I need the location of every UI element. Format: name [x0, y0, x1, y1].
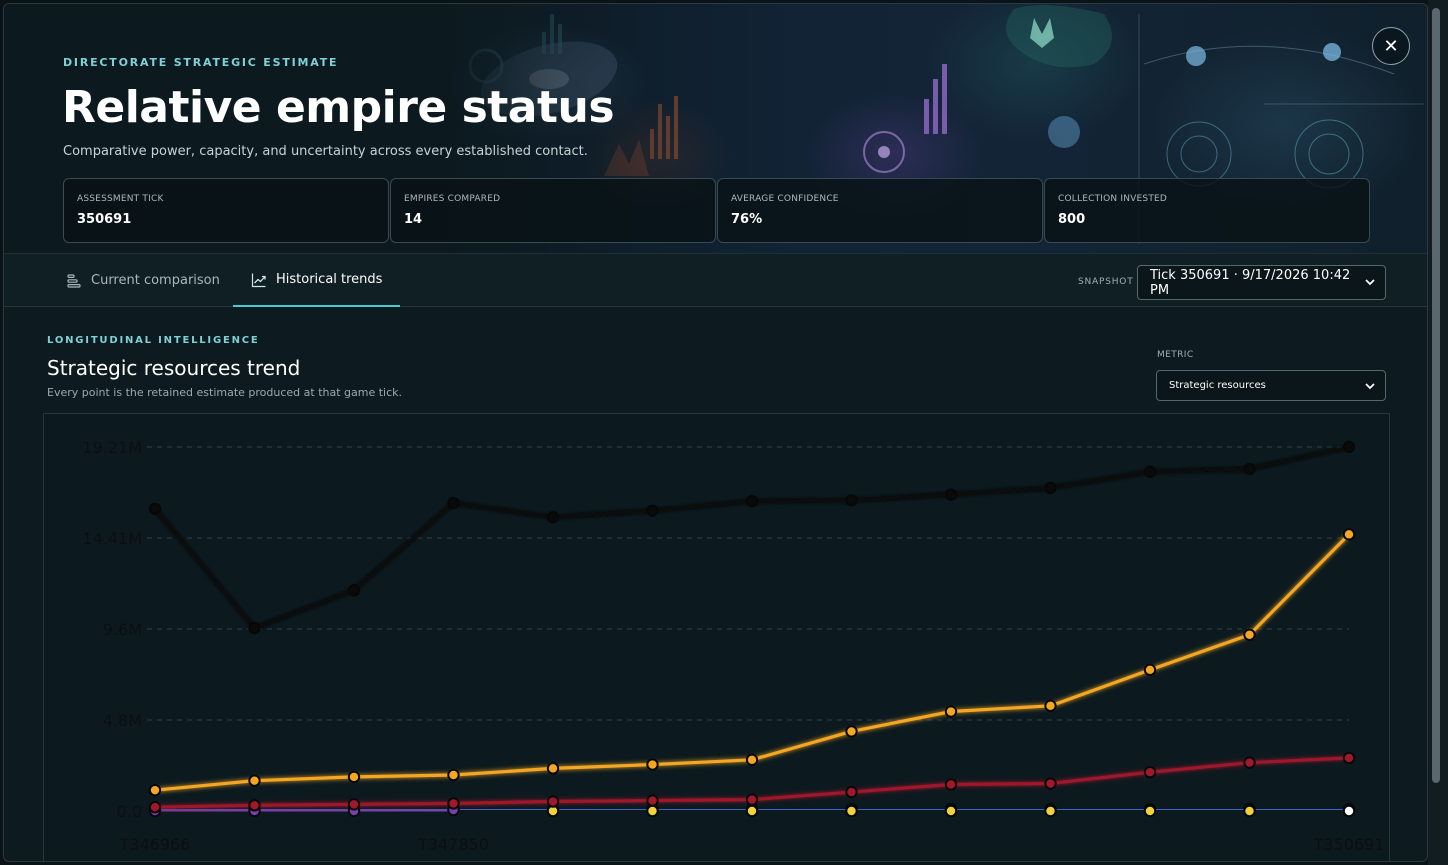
data-point [944, 488, 958, 501]
metric-select[interactable]: Strategic resources [1156, 370, 1386, 401]
trend-icon [251, 273, 266, 287]
snapshot-value: Tick 350691 · 9/17/2026 10:42 PM [1150, 267, 1351, 298]
data-point [845, 804, 858, 818]
data-point [646, 758, 659, 771]
empire-status-modal: DIRECTORATE STRATEGIC ESTIMATE Relative … [3, 3, 1428, 862]
data-point [845, 494, 858, 507]
series-line [154, 533, 1351, 792]
data-point [1243, 804, 1256, 818]
data-point [546, 795, 560, 808]
data-point [347, 798, 361, 811]
chevron-down-icon [1365, 383, 1375, 390]
header-banner: DIRECTORATE STRATEGIC ESTIMATE Relative … [4, 4, 1427, 254]
data-point [1243, 756, 1256, 769]
data-point [1143, 663, 1157, 677]
y-tick-label: 19.21M [82, 438, 142, 457]
data-point [148, 801, 162, 814]
y-tick-label: 9.6M [103, 620, 142, 639]
y-tick-label: 0.0 [117, 802, 142, 821]
data-point [248, 774, 261, 787]
metric-label: METRIC [1157, 350, 1194, 360]
page-title: Relative empire status [62, 82, 615, 133]
data-point [347, 584, 361, 597]
data-point [1044, 804, 1057, 818]
stat-collection-invested: COLLECTION INVESTED 800 [1044, 178, 1370, 243]
header-eyebrow: DIRECTORATE STRATEGIC ESTIMATE [63, 56, 339, 69]
stat-label: COLLECTION INVESTED [1058, 194, 1168, 204]
trend-chart-svg: 0.0 4.8M 9.6M 14.41M 19.21M T346966 T347850 T35… [82, 438, 1385, 854]
stat-value: 350691 [77, 212, 132, 227]
data-point [1044, 777, 1057, 790]
data-point [1342, 804, 1356, 818]
y-tick-label: 14.41M [82, 529, 142, 548]
data-point [1143, 765, 1157, 779]
data-point [646, 794, 659, 807]
snapshot-select[interactable]: Tick 350691 · 9/17/2026 10:42 PM [1137, 265, 1386, 300]
data-point [646, 804, 659, 818]
stat-label: AVERAGE CONFIDENCE [731, 194, 839, 204]
data-point [944, 778, 958, 791]
data-point [148, 502, 162, 515]
page-subtitle: Comparative power, capacity, and uncerta… [63, 144, 588, 159]
section-title: Strategic resources trend [47, 356, 301, 380]
stat-empires-compared: EMPIRES COMPARED 14 [390, 178, 716, 243]
stat-assessment-tick: ASSESSMENT TICK 350691 [63, 178, 389, 243]
x-tick-label: T350691 [1313, 835, 1385, 854]
x-tick-label: T347850 [417, 835, 489, 854]
trend-chart: 0.0 4.8M 9.6M 14.41M 19.21M T346966 T347850 T35… [43, 413, 1390, 861]
stat-value: 76% [731, 212, 763, 227]
data-point [447, 496, 460, 510]
stat-value: 14 [404, 212, 423, 227]
data-point [745, 494, 759, 508]
tab-label: Historical trends [276, 272, 383, 287]
bars-icon [67, 273, 81, 288]
data-point [845, 725, 858, 738]
metric-value: Strategic resources [1169, 380, 1266, 391]
data-point [248, 799, 261, 812]
data-point [646, 504, 659, 517]
data-point [944, 705, 958, 718]
data-point [546, 511, 560, 524]
series-line [155, 808, 454, 813]
data-point [845, 785, 858, 799]
stat-label: EMPIRES COMPARED [404, 194, 501, 204]
data-point [347, 770, 361, 784]
data-point [1044, 481, 1057, 495]
close-button[interactable]: ✕ [1372, 27, 1410, 65]
stat-label: ASSESSMENT TICK [77, 194, 164, 204]
section-eyebrow: LONGITUDINAL INTELLIGENCE [47, 335, 260, 346]
data-point [148, 783, 162, 797]
data-point [1342, 751, 1356, 765]
summary-stats: ASSESSMENT TICK 350691 EMPIRES COMPARED … [63, 178, 1370, 243]
stat-average-confidence: AVERAGE CONFIDENCE 76% [717, 178, 1043, 243]
data-point [248, 621, 261, 635]
data-point [546, 762, 560, 775]
data-point [447, 797, 460, 810]
scrollbar-thumb[interactable] [1432, 8, 1440, 783]
tab-current-comparison[interactable]: Current comparison [48, 254, 238, 307]
data-point [1044, 699, 1057, 713]
data-point [1243, 462, 1256, 476]
x-tick-label: T346966 [119, 835, 191, 854]
data-point [745, 804, 759, 818]
y-tick-label: 4.8M [103, 711, 142, 730]
data-point [1143, 465, 1157, 479]
close-icon: ✕ [1383, 35, 1399, 57]
data-point [1243, 628, 1256, 641]
chevron-down-icon [1365, 279, 1375, 286]
snapshot-label: SNAPSHOT [1078, 277, 1134, 287]
data-point [944, 804, 958, 818]
tab-label: Current comparison [91, 273, 220, 288]
data-point [745, 753, 759, 767]
data-point [1342, 528, 1356, 541]
stat-value: 800 [1058, 212, 1086, 227]
data-point [1342, 440, 1356, 454]
data-point [745, 793, 759, 806]
data-point [1143, 804, 1157, 818]
tab-historical-trends[interactable]: Historical trends [233, 254, 401, 307]
data-point [447, 768, 460, 782]
section-subtitle: Every point is the retained estimate pro… [47, 386, 403, 399]
